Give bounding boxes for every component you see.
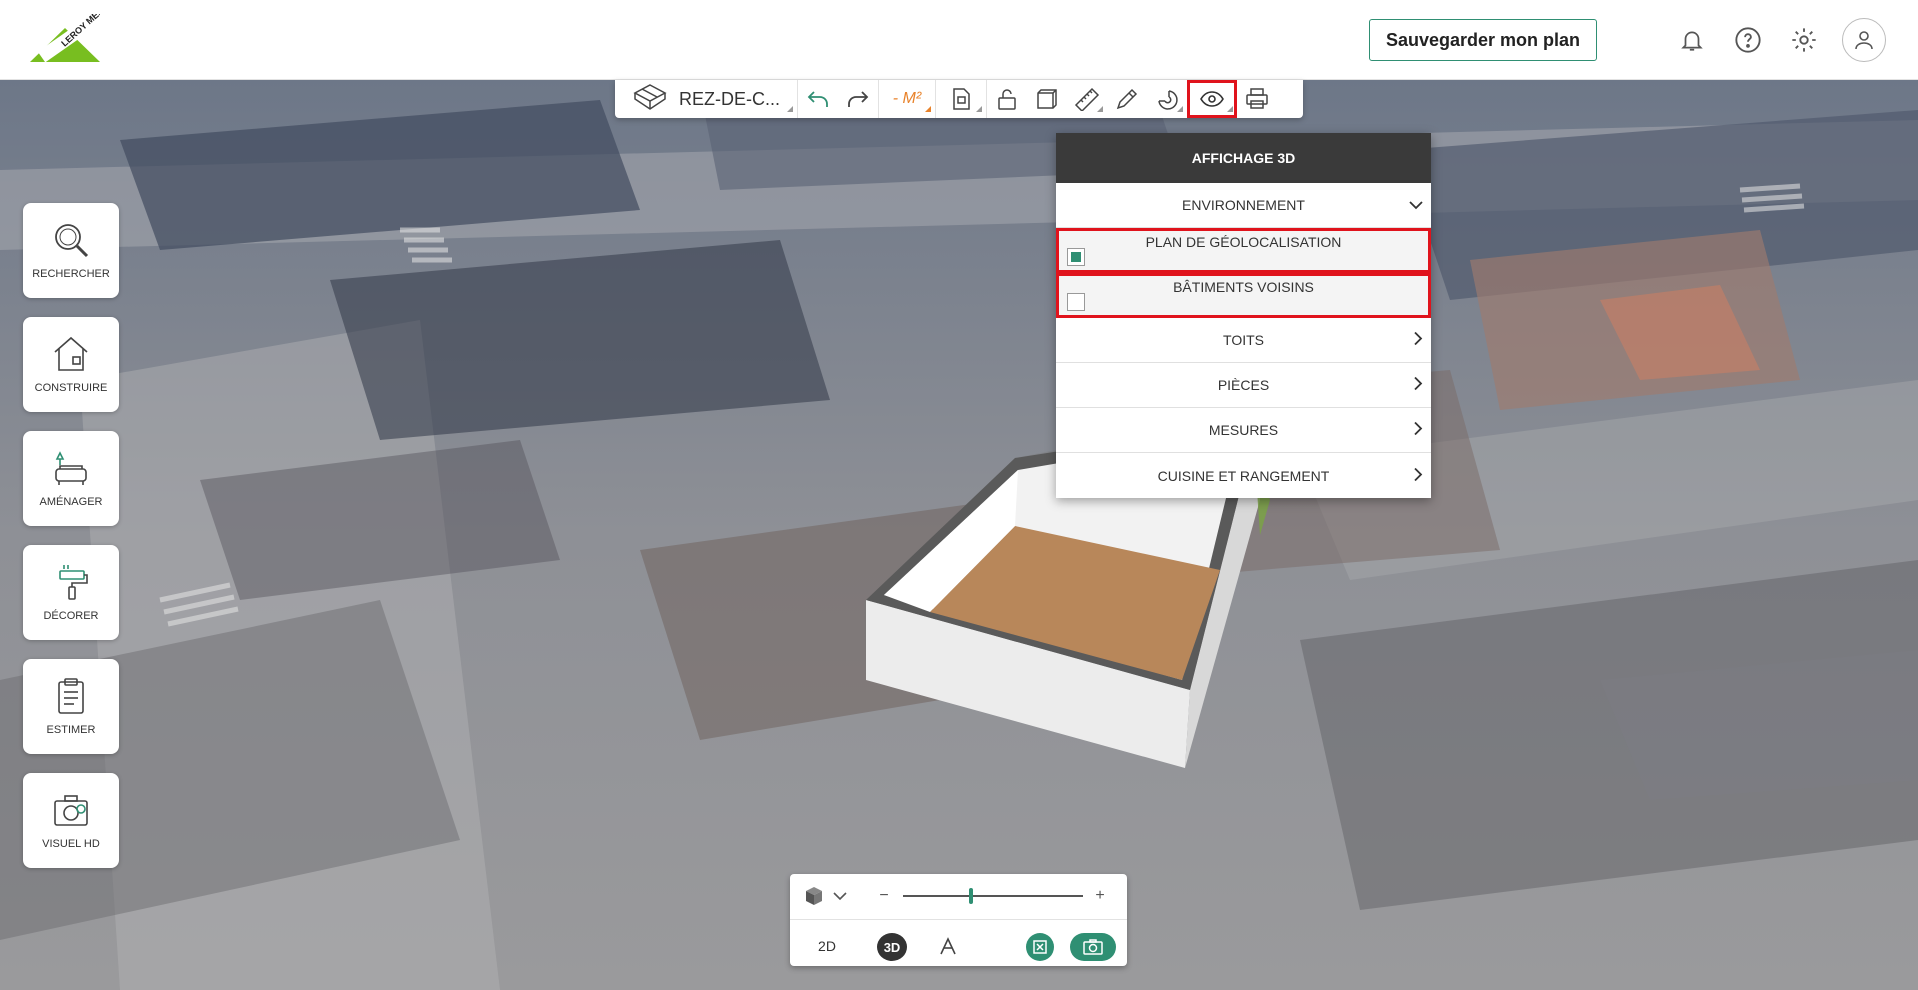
paint-roller-icon (23, 563, 119, 601)
print-icon[interactable] (1237, 80, 1277, 118)
chevron-right-icon (1413, 331, 1423, 349)
section-label: PIÈCES (1217, 377, 1270, 393)
sidebar-item-label: AMÉNAGER (39, 496, 103, 508)
panel-title: AFFICHAGE 3D (1056, 133, 1431, 183)
sidebar-item-label: VISUEL HD (42, 838, 100, 850)
section-environment[interactable]: ENVIRONNEMENT (1056, 183, 1431, 228)
sidebar-item-label: RECHERCHER (32, 268, 110, 280)
3d-display-panel: AFFICHAGE 3D ENVIRONNEMENT PLAN DE GÉOLO… (1056, 133, 1431, 498)
section-measures[interactable]: MESURES (1056, 408, 1431, 453)
sidebar-item-search[interactable]: RECHERCHER (23, 203, 119, 298)
gear-icon[interactable] (1782, 18, 1826, 62)
section-rooms[interactable]: PIÈCES (1056, 363, 1431, 408)
camera-icon (23, 791, 119, 829)
ruler-icon[interactable] (1067, 80, 1107, 118)
satellite-ground-map (0, 80, 1918, 990)
unlock-icon[interactable] (987, 80, 1027, 118)
m2-label: - M² (892, 90, 922, 107)
sidebar-item-label: ESTIMER (46, 724, 96, 736)
mode-3d-button[interactable]: 3D (877, 933, 907, 961)
search-icon (23, 221, 119, 259)
chevron-down-icon (1409, 197, 1423, 213)
section-label: TOITS (1223, 332, 1264, 348)
chevron-right-icon (1413, 376, 1423, 394)
bell-icon[interactable] (1670, 18, 1714, 62)
neighbour-buildings-checkbox[interactable] (1067, 293, 1085, 311)
app-header: LEROY MERLIN Sauvegarder mon plan (0, 0, 1918, 80)
section-kitchen-storage[interactable]: CUISINE ET RANGEMENT (1056, 453, 1431, 498)
redo-icon[interactable] (838, 80, 878, 118)
sidebar-item-estimate[interactable]: ESTIMER (23, 659, 119, 754)
sidebar-item-build[interactable]: CONSTRUIRE (23, 317, 119, 412)
floor-plan-icon[interactable] (936, 80, 986, 118)
house-icon (23, 335, 119, 373)
sofa-icon (23, 449, 119, 487)
m2-button[interactable]: - M² (879, 80, 935, 118)
magnet-icon[interactable] (1147, 80, 1187, 118)
view-controls: − + 2D 3D (790, 874, 1127, 966)
chevron-right-icon (1413, 467, 1423, 484)
level-selector[interactable]: REZ-DE-C... (615, 80, 797, 118)
section-label: MESURES (1208, 422, 1279, 438)
section-label: CUISINE ET RANGEMENT (1157, 467, 1330, 484)
leroy-merlin-logo[interactable]: LEROY MERLIN (30, 0, 116, 64)
sidebar-item-label: CONSTRUIRE (34, 382, 108, 394)
sidebar-item-hd-visual[interactable]: VISUEL HD (23, 773, 119, 868)
sidebar-item-decorate[interactable]: DÉCORER (23, 545, 119, 640)
level-label: REZ-DE-C... (679, 88, 780, 109)
pencil-icon[interactable] (1107, 80, 1147, 118)
zoom-slider-handle[interactable] (969, 888, 974, 904)
fit-view-icon[interactable] (1026, 933, 1054, 961)
clipboard-icon (23, 677, 119, 715)
eye-icon[interactable] (1187, 80, 1237, 118)
section-roofs[interactable]: TOITS (1056, 318, 1431, 363)
sidebar-item-label: DÉCORER (43, 610, 99, 622)
user-icon[interactable] (1842, 18, 1886, 62)
undo-icon[interactable] (798, 80, 838, 118)
cube-icon[interactable] (1027, 80, 1067, 118)
level-cube-icon (633, 83, 667, 116)
save-plan-button[interactable]: Sauvegarder mon plan (1369, 19, 1597, 61)
zoom-out-button[interactable]: − (874, 884, 894, 908)
mode-2d-button[interactable]: 2D (810, 934, 844, 958)
main-toolbar: REZ-DE-C... - M² (615, 80, 1303, 118)
view-cube-icon[interactable] (802, 884, 826, 908)
option-label: BÂTIMENTS VOISINS (1173, 279, 1314, 295)
option-neighbour-buildings[interactable]: BÂTIMENTS VOISINS (1056, 273, 1431, 318)
chevron-right-icon (1413, 421, 1423, 439)
divider (790, 919, 1127, 920)
chevron-down-icon[interactable] (830, 886, 850, 906)
geolocation-checkbox[interactable] (1067, 248, 1085, 266)
section-label: ENVIRONNEMENT (1182, 197, 1305, 213)
zoom-in-button[interactable]: + (1090, 884, 1110, 908)
sidebar-item-furnish[interactable]: AMÉNAGER (23, 431, 119, 526)
zoom-slider[interactable] (903, 895, 1083, 897)
option-geolocation-plan[interactable]: PLAN DE GÉOLOCALISATION (1056, 228, 1431, 273)
3d-viewport[interactable] (0, 80, 1918, 990)
help-icon[interactable] (1726, 18, 1770, 62)
screenshot-camera-icon[interactable] (1070, 933, 1116, 961)
walk-view-icon[interactable] (936, 934, 960, 958)
option-label: PLAN DE GÉOLOCALISATION (1145, 234, 1342, 250)
